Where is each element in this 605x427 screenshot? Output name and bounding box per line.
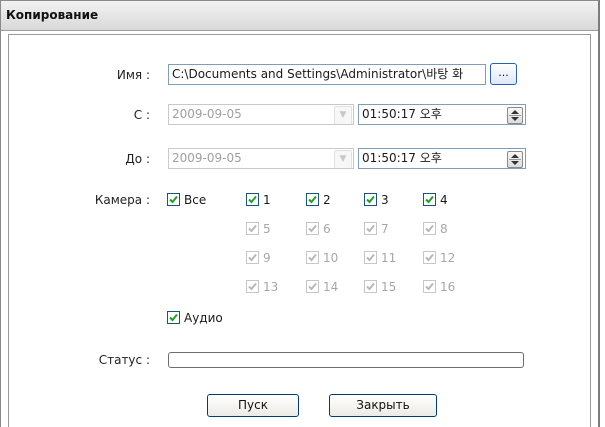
check-icon — [306, 222, 319, 235]
to-label: До : — [125, 152, 150, 166]
camera-14-checkbox: 14 — [306, 279, 338, 295]
copy-dialog: Копирование Имя : C:\Documents and Setti… — [0, 0, 600, 427]
check-icon — [364, 251, 377, 264]
camera-11-label: 11 — [381, 250, 397, 265]
check-icon — [306, 251, 319, 264]
check-icon — [423, 280, 436, 293]
camera-label: Камера : — [94, 193, 150, 207]
check-icon — [167, 311, 180, 324]
check-icon — [246, 222, 259, 235]
check-icon — [364, 193, 377, 206]
camera-16-label: 16 — [440, 279, 456, 294]
check-icon — [246, 280, 259, 293]
camera-2-label: 2 — [323, 192, 331, 207]
time-spinner-icon[interactable] — [507, 107, 523, 124]
chevron-down-icon: ▼ — [334, 106, 352, 124]
camera-5-label: 5 — [263, 221, 271, 236]
status-progress-bar — [168, 352, 524, 368]
check-icon — [306, 280, 319, 293]
from-time-field[interactable]: 01:50:17 오후 — [358, 104, 526, 125]
browse-button[interactable]: ... — [490, 63, 517, 85]
dialog-title: Копирование — [6, 8, 99, 22]
status-label: Статус : — [98, 353, 150, 367]
camera-14-label: 14 — [323, 279, 339, 294]
camera-6-checkbox: 6 — [306, 221, 331, 237]
name-label: Имя : — [116, 68, 150, 82]
camera-16-checkbox: 16 — [423, 279, 455, 295]
from-date-select: 2009-09-05 ▼ — [168, 104, 354, 125]
camera-1-checkbox[interactable]: 1 — [246, 192, 271, 208]
camera-4-checkbox[interactable]: 4 — [423, 192, 448, 208]
camera-4-label: 4 — [440, 192, 448, 207]
camera-7-checkbox: 7 — [364, 221, 389, 237]
camera-13-checkbox: 13 — [246, 279, 278, 295]
time-spinner-icon[interactable] — [507, 151, 523, 168]
title-bar: Копирование — [1, 1, 598, 31]
camera-8-label: 8 — [440, 221, 448, 236]
camera-11-checkbox: 11 — [364, 250, 396, 266]
from-label: С : — [133, 108, 150, 122]
check-icon — [246, 193, 259, 206]
to-date-value: 2009-09-05 — [172, 151, 242, 165]
all-cameras-checkbox[interactable]: Все — [167, 192, 206, 208]
camera-9-checkbox: 9 — [246, 250, 271, 266]
to-time-field[interactable]: 01:50:17 오후 — [358, 148, 526, 169]
to-date-select: 2009-09-05 ▼ — [168, 148, 354, 169]
file-path-field[interactable]: C:\Documents and Settings\Administrator\… — [168, 64, 486, 85]
check-icon — [167, 193, 180, 206]
check-icon — [364, 222, 377, 235]
camera-5-checkbox: 5 — [246, 221, 271, 237]
check-icon — [306, 193, 319, 206]
camera-3-label: 3 — [381, 192, 389, 207]
camera-15-label: 15 — [381, 279, 397, 294]
to-time-value: 01:50:17 오후 — [362, 151, 442, 165]
camera-13-label: 13 — [263, 279, 279, 294]
camera-1-label: 1 — [263, 192, 271, 207]
camera-7-label: 7 — [381, 221, 389, 236]
check-icon — [423, 251, 436, 264]
camera-15-checkbox: 15 — [364, 279, 396, 295]
camera-12-label: 12 — [440, 250, 456, 265]
chevron-down-icon: ▼ — [334, 150, 352, 168]
camera-10-checkbox: 10 — [306, 250, 338, 266]
check-icon — [423, 193, 436, 206]
from-time-value: 01:50:17 오후 — [362, 107, 442, 121]
from-date-value: 2009-09-05 — [172, 107, 242, 121]
check-icon — [246, 251, 259, 264]
camera-6-label: 6 — [323, 221, 331, 236]
camera-9-label: 9 — [263, 250, 271, 265]
check-icon — [364, 280, 377, 293]
audio-label: Аудио — [184, 310, 223, 325]
all-cameras-label: Все — [184, 192, 207, 207]
camera-3-checkbox[interactable]: 3 — [364, 192, 389, 208]
close-button[interactable]: Закрыть — [329, 394, 437, 417]
camera-10-label: 10 — [323, 250, 339, 265]
camera-8-checkbox: 8 — [423, 221, 448, 237]
check-icon — [423, 222, 436, 235]
dialog-body: Имя : C:\Documents and Settings\Administ… — [8, 34, 591, 427]
start-button[interactable]: Пуск — [207, 394, 299, 417]
camera-12-checkbox: 12 — [423, 250, 455, 266]
camera-2-checkbox[interactable]: 2 — [306, 192, 331, 208]
audio-checkbox[interactable]: Аудио — [167, 310, 223, 326]
